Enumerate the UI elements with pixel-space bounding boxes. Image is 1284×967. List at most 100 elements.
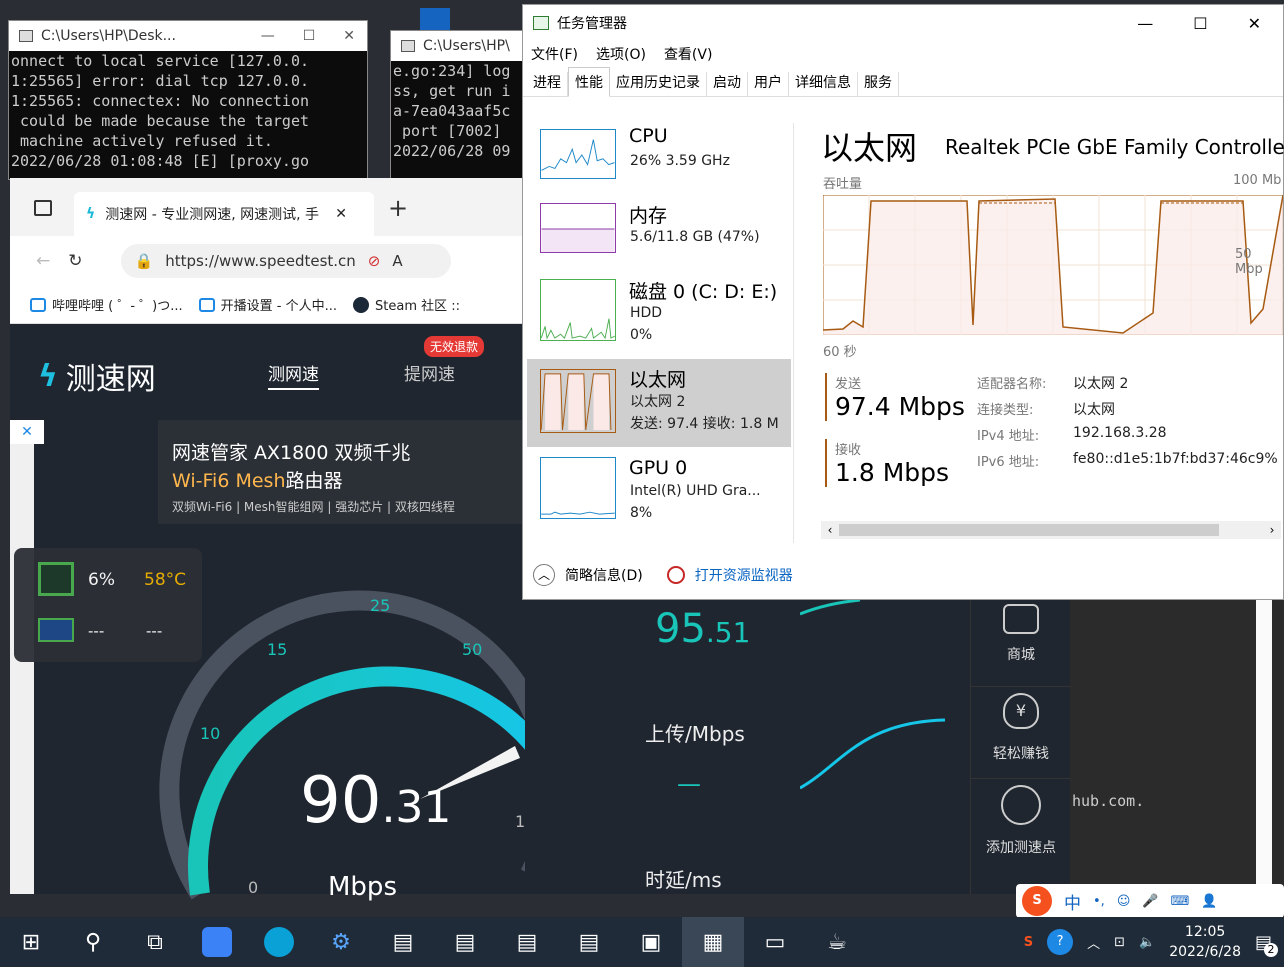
keyboard-icon[interactable]: ⌨ xyxy=(1171,894,1190,909)
user-icon[interactable]: 👤 xyxy=(1201,894,1217,909)
horizontal-scrollbar[interactable]: ‹ › xyxy=(821,521,1281,539)
read-aloud-icon[interactable]: A xyxy=(392,252,402,270)
punctuation-icon[interactable]: •, xyxy=(1093,894,1105,909)
chevron-up-icon[interactable]: ︿ xyxy=(1087,933,1100,952)
tab-close-icon[interactable]: ✕ xyxy=(335,206,347,222)
app-window-icon[interactable]: ▤ xyxy=(558,917,620,967)
tab-title: 测速网 - 专业测网速, 网速测试, 手 xyxy=(105,207,320,223)
app-window-icon[interactable]: ▤ xyxy=(434,917,496,967)
nav-speed-test[interactable]: 测网速 xyxy=(268,360,319,390)
close-icon[interactable]: ✕ xyxy=(343,28,355,44)
clock[interactable]: 12:05 2022/6/28 xyxy=(1169,922,1241,962)
help-icon[interactable]: ? xyxy=(1047,929,1074,955)
back-icon[interactable]: ← xyxy=(36,251,50,271)
favorite-bilibili[interactable]: 哔哩哔哩 ( ゜- ゜)つ... xyxy=(30,295,183,314)
edge-icon[interactable] xyxy=(248,917,310,967)
resource-ethernet[interactable]: 以太网 以太网 2 发送: 97.4 接收: 1.8 M xyxy=(527,359,791,447)
task-manager-window[interactable]: 任务管理器 — ☐ ✕ 文件(F) 选项(O) 查看(V) 进程 性能 应用历史记录… xyxy=(522,4,1284,600)
menu-file[interactable]: 文件(F) xyxy=(531,44,578,64)
volume-icon[interactable]: 🔈 xyxy=(1139,935,1155,950)
minimize-icon[interactable]: — xyxy=(261,28,275,44)
favorite-live-settings[interactable]: 开播设置 - 个人中... xyxy=(198,295,337,314)
task-view-icon[interactable]: ⧉ xyxy=(124,917,186,967)
app-window-icon[interactable]: ▤ xyxy=(372,917,434,967)
new-tab-icon[interactable]: + xyxy=(388,194,408,222)
hub-text: hub.com. xyxy=(1072,792,1145,810)
settings-gear-icon[interactable]: ⚙ xyxy=(310,917,372,967)
scroll-right-icon[interactable]: › xyxy=(1263,523,1281,537)
terminal-icon[interactable]: ▭ xyxy=(744,917,806,967)
pane-divider[interactable] xyxy=(793,123,794,543)
address-bar[interactable]: 🔒 https://www.speedtest.cn ⊘ A xyxy=(120,244,451,278)
feishu-icon[interactable] xyxy=(186,917,248,967)
start-icon[interactable]: ⊞ xyxy=(0,917,62,967)
console-output: onnect to local service [127.0.0. 1:25565… xyxy=(9,51,367,171)
emoji-icon[interactable]: ☺ xyxy=(1117,894,1131,909)
mall-item[interactable]: 商城 xyxy=(971,598,1071,682)
task-manager-taskbar-icon[interactable]: ▦ xyxy=(682,917,744,967)
resource-cpu[interactable]: CPU 26% 3.59 GHz xyxy=(527,123,791,211)
console-titlebar[interactable]: C:\Users\HP\ xyxy=(391,31,529,61)
notification-icon[interactable]: ▤ 2 xyxy=(1255,932,1278,957)
ad-banner[interactable]: 网速管家 AX1800 双频千兆 Wi-Fi6 Mesh路由器 双频Wi-Fi6… xyxy=(158,420,528,524)
ime-toolbar[interactable]: S 中 •, ☺ 🎤 ⌨ 👤 xyxy=(1016,884,1284,918)
nav-boost[interactable]: 提网速 xyxy=(404,360,455,385)
resource-sub: 0% xyxy=(630,327,653,343)
browser-tab[interactable]: ϟ 测速网 - 专业测网速, 网速测试, 手 ✕ xyxy=(74,192,374,236)
tab-performance[interactable]: 性能 xyxy=(568,67,610,97)
ime-mode[interactable]: 中 xyxy=(1064,889,1081,914)
browser-window[interactable]: ϟ 测速网 - 专业测网速, 网速测试, 手 ✕ + ← ↻ 🔒 https:/… xyxy=(10,178,550,902)
maximize-icon[interactable]: ☐ xyxy=(303,28,316,44)
menu-view[interactable]: 查看(V) xyxy=(664,44,713,64)
favorite-label: 哔哩哔哩 ( ゜- ゜)つ... xyxy=(52,299,183,314)
send-label: 发送 xyxy=(835,377,862,392)
scroll-left-icon[interactable]: ‹ xyxy=(821,523,839,537)
site-logo[interactable]: ϟ 测速网 xyxy=(38,354,156,398)
resource-disk[interactable]: 磁盘 0 (C: D: E:) HDD 0% xyxy=(527,275,791,363)
app-window-icon[interactable]: ▤ xyxy=(496,917,558,967)
network-icon[interactable]: ⊡ xyxy=(1114,935,1125,950)
console-titlebar[interactable]: C:\Users\HP\Desk... — ☐ ✕ xyxy=(9,21,367,51)
bilibili-icon xyxy=(30,297,46,312)
folder-icon[interactable] xyxy=(420,8,450,30)
tab-services[interactable]: 服务 xyxy=(858,72,899,96)
tracking-icon[interactable]: ⊘ xyxy=(368,252,381,270)
notification-count: 2 xyxy=(1264,942,1278,957)
resource-memory[interactable]: 内存 5.6/11.8 GB (47%) xyxy=(527,199,791,287)
fewer-details-button[interactable]: 简略信息(D) xyxy=(565,565,643,585)
menu-options[interactable]: 选项(O) xyxy=(596,44,646,64)
console-window-2[interactable]: C:\Users\HP\ e.go:234] log ss, get run i a… xyxy=(390,30,530,180)
right-dark-panel xyxy=(1068,598,1284,898)
java-icon[interactable]: ☕ xyxy=(806,917,868,967)
ad-close[interactable]: ✕ xyxy=(10,420,44,444)
ad-tags: 双频Wi-Fi6 | Mesh智能组网 | 强劲芯片 | 双核四线程 xyxy=(172,500,455,514)
add-node-item[interactable]: 添加测速点 xyxy=(971,778,1071,868)
tab-processes[interactable]: 进程 xyxy=(527,72,568,96)
close-icon[interactable]: ✕ xyxy=(1248,14,1261,33)
open-resource-monitor-link[interactable]: 打开资源监视器 xyxy=(695,565,793,585)
earn-item[interactable]: ¥ 轻松赚钱 xyxy=(971,686,1071,776)
resource-gpu[interactable]: GPU 0 Intel(R) UHD Gra... 8% xyxy=(527,451,791,539)
task-manager-titlebar[interactable]: 任务管理器 — ☐ ✕ xyxy=(523,5,1283,41)
scroll-thumb[interactable] xyxy=(839,524,1219,536)
tab-app-history[interactable]: 应用历史记录 xyxy=(610,72,707,96)
search-icon[interactable]: ⚲ xyxy=(62,917,124,967)
favorite-steam[interactable]: Steam 社区 :: xyxy=(353,295,460,314)
minimize-icon[interactable]: — xyxy=(1137,14,1153,33)
network-node-icon xyxy=(1001,785,1041,825)
refresh-icon[interactable]: ↻ xyxy=(68,251,82,271)
voice-icon[interactable]: 🎤 xyxy=(1142,894,1158,909)
download-sparkline xyxy=(800,598,861,616)
maximize-icon[interactable]: ☐ xyxy=(1193,14,1207,33)
fewer-details-icon[interactable]: ︿ xyxy=(533,564,555,586)
sogou-tray-icon[interactable]: S xyxy=(1024,935,1033,950)
hardware-monitor[interactable]: 6% 58°C --- --- xyxy=(14,548,202,662)
console-window-1[interactable]: C:\Users\HP\Desk... — ☐ ✕ onnect to local … xyxy=(8,20,368,180)
tab-details[interactable]: 详细信息 xyxy=(789,72,858,96)
tab-startup[interactable]: 启动 xyxy=(707,72,748,96)
page-scrollbar[interactable] xyxy=(1256,598,1272,892)
tab-users[interactable]: 用户 xyxy=(748,72,789,96)
tab-actions-icon[interactable] xyxy=(34,200,52,216)
monitor-app-icon[interactable]: ▣ xyxy=(620,917,682,967)
mall-icon xyxy=(1003,604,1039,634)
